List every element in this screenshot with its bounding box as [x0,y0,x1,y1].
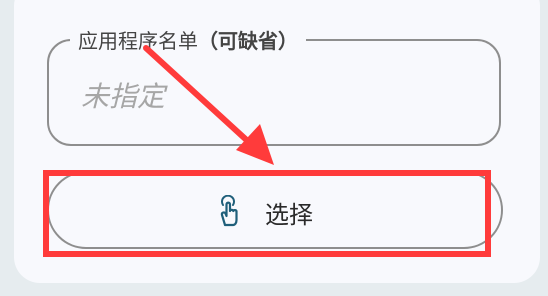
annotation-arrow [143,45,274,165]
